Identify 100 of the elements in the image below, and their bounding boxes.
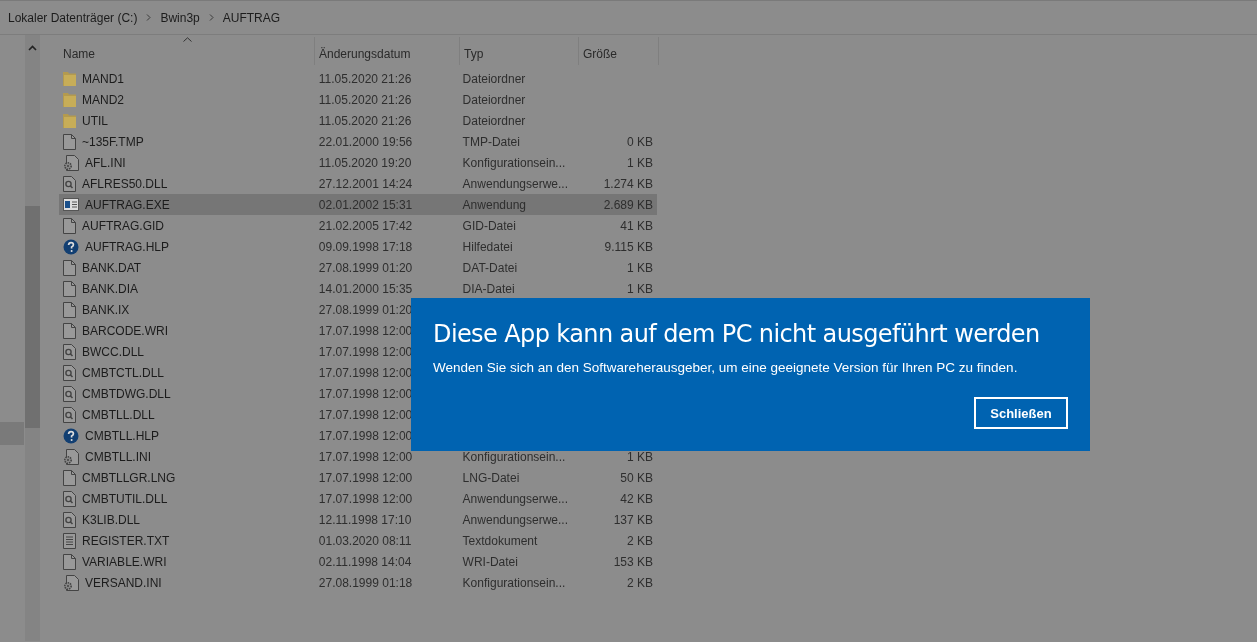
address-bar[interactable]: Lokaler Datenträger (C:) Bwin3p AUFTRAG (0, 1, 1257, 35)
file-size: 1 KB (627, 281, 653, 296)
modified-date: 11.05.2020 19:20 (318, 155, 412, 170)
file-icon (63, 553, 76, 570)
help-icon (63, 427, 79, 444)
modified-date: 02.11.1998 14:04 (318, 554, 412, 569)
settings-file-icon (63, 574, 79, 591)
file-name: VERSAND.INI (85, 575, 162, 590)
file-row[interactable]: BANK.DAT 27.08.1999 01:20 DAT-Datei 1 KB (59, 257, 657, 278)
file-size: 2 KB (627, 533, 653, 548)
application-icon (63, 198, 79, 211)
folder-icon (63, 70, 76, 87)
file-row[interactable]: AUFTRAG.GID 21.02.2005 17:42 GID-Datei 41 KB (59, 215, 657, 236)
column-header[interactable]: Typ (460, 37, 579, 65)
breadcrumb-item[interactable]: Bwin3p (160, 10, 200, 25)
file-size: 1 KB (627, 260, 653, 275)
file-type: Dateiordner (462, 113, 526, 128)
file-type: Hilfedatei (462, 239, 513, 254)
chevron-right-icon (146, 14, 152, 21)
file-row[interactable]: K3LIB.DLL 12.11.1998 17:10 Anwendungserwe... 137 KB (59, 509, 657, 530)
file-row[interactable]: BANK.DIA 14.01.2000 15:35 DIA-Datei 1 KB (59, 278, 657, 299)
file-icon (63, 133, 76, 150)
file-size: 1.274 KB (603, 176, 653, 191)
modified-date: 17.07.1998 12:00 (318, 470, 413, 485)
file-name: BANK.IX (82, 302, 130, 317)
file-type: Anwendungserwe... (462, 491, 568, 506)
text-file-icon (63, 532, 76, 549)
dialog-message: Wenden Sie sich an den Softwareherausgeber, um eine geeignete Version für Ihren PC zu finden. (433, 360, 1019, 375)
breadcrumb-item[interactable]: AUFTRAG (222, 10, 281, 25)
file-row[interactable]: CMBTDWG.DLL 17.07.1998 12:00 (59, 383, 657, 404)
modified-date: 01.03.2020 08:11 (318, 533, 412, 548)
file-row[interactable]: AUFTRAG.HLP 09.09.1998 17:18 Hilfedatei 9.115 KB (59, 236, 657, 257)
file-name: VARIABLE.WRI (82, 554, 167, 569)
column-header[interactable]: Name (59, 37, 315, 65)
column-header[interactable]: Größe (579, 37, 659, 65)
file-type: LNG-Datei (462, 470, 520, 485)
file-row[interactable]: MAND2 11.05.2020 21:26 Dateiordner (59, 89, 657, 110)
file-type: DAT-Datei (462, 260, 518, 275)
modified-date: 17.07.1998 12:00 (318, 407, 413, 422)
file-name: CMBTLL.DLL (82, 407, 155, 422)
file-row[interactable]: BANK.IX 27.08.1999 01:20 (59, 299, 657, 320)
file-icon (63, 259, 76, 276)
file-name: CMBTLLGR.LNG (82, 470, 176, 485)
file-row[interactable]: VERSAND.INI 27.08.1999 01:18 Konfigurationsein... 2 KB (59, 572, 657, 593)
chevron-right-icon (208, 14, 214, 21)
scrollbar-thumb[interactable] (25, 206, 40, 428)
file-icon (63, 322, 76, 339)
column-header[interactable]: Änderungsdatum (315, 37, 460, 65)
help-icon (63, 238, 79, 255)
file-row[interactable]: CMBTUTIL.DLL 17.07.1998 12:00 Anwendungserwe... 42 KB (59, 488, 657, 509)
modified-date: 17.07.1998 12:00 (318, 386, 413, 401)
file-type: Anwendung (462, 197, 526, 212)
file-size: 1 KB (627, 449, 653, 464)
file-type: Konfigurationsein... (462, 155, 566, 170)
file-row[interactable]: MAND1 11.05.2020 21:26 Dateiordner (59, 68, 657, 89)
file-size: 1 KB (627, 155, 653, 170)
file-row[interactable]: ~135F.TMP 22.01.2000 19:56 TMP-Datei 0 KB (59, 131, 657, 152)
breadcrumb-item[interactable]: Lokaler Datenträger (C:) (8, 10, 138, 25)
file-size: 2 KB (627, 575, 653, 590)
modified-date: 27.08.1999 01:18 (318, 575, 413, 590)
file-row[interactable]: CMBTLL.HLP 17.07.1998 12:00 (59, 425, 657, 446)
file-row[interactable]: AFL.INI 11.05.2020 19:20 Konfigurationsein... 1 KB (59, 152, 657, 173)
file-name: CMBTLL.HLP (85, 428, 160, 443)
modified-date: 11.05.2020 21:26 (318, 71, 412, 86)
file-size: 137 KB (613, 512, 653, 527)
modified-date: 11.05.2020 21:26 (318, 92, 412, 107)
file-row[interactable]: AFLRES50.DLL 27.12.2001 14:24 Anwendungserwe... 1.274 KB (59, 173, 657, 194)
file-name: AUFTRAG.GID (82, 218, 164, 233)
file-row[interactable]: REGISTER.TXT 01.03.2020 08:11 Textdokument 2 KB (59, 530, 657, 551)
file-row[interactable]: AUFTRAG.EXE 02.01.2002 15:31 Anwendung 2.689 KB (59, 194, 657, 215)
scroll-up-icon[interactable] (28, 45, 37, 51)
file-row[interactable]: CMBTLL.INI 17.07.1998 12:00 Konfigurationsein... 1 KB (59, 446, 657, 467)
file-name: AUFTRAG.EXE (85, 197, 170, 212)
dialog-title: Diese App kann auf dem PC nicht ausgeführt werden (433, 320, 1041, 348)
modified-date: 27.08.1999 01:20 (318, 302, 413, 317)
folder-icon (63, 91, 76, 108)
file-name: UTIL (82, 113, 108, 128)
file-icon (63, 469, 76, 486)
file-name: BARCODE.WRI (82, 323, 168, 338)
modified-date: 27.12.2001 14:24 (318, 176, 413, 191)
file-row[interactable]: VARIABLE.WRI 02.11.1998 14:04 WRI-Datei 153 KB (59, 551, 657, 572)
close-button[interactable]: Schließen (974, 397, 1068, 429)
modified-date: 17.07.1998 12:00 (318, 365, 413, 380)
file-type: Anwendungserwe... (462, 176, 568, 191)
file-size: 2.689 KB (603, 197, 653, 212)
file-size: 0 KB (627, 134, 653, 149)
file-row[interactable]: CMBTLL.DLL 17.07.1998 12:00 (59, 404, 657, 425)
file-name: AUFTRAG.HLP (85, 239, 169, 254)
nav-item[interactable] (0, 422, 24, 445)
file-size: 153 KB (613, 554, 653, 569)
modified-date: 02.01.2002 15:31 (318, 197, 413, 212)
file-row[interactable]: UTIL 11.05.2020 21:26 Dateiordner (59, 110, 657, 131)
file-size: 41 KB (620, 218, 653, 233)
file-name: AFL.INI (85, 155, 126, 170)
file-size: 42 KB (620, 491, 653, 506)
file-type: Konfigurationsein... (462, 575, 566, 590)
scrollbar[interactable] (25, 35, 40, 641)
file-row[interactable]: CMBTLLGR.LNG 17.07.1998 12:00 LNG-Datei 50 KB (59, 467, 657, 488)
file-name: CMBTUTIL.DLL (82, 491, 168, 506)
modified-date: 17.07.1998 12:00 (318, 344, 413, 359)
